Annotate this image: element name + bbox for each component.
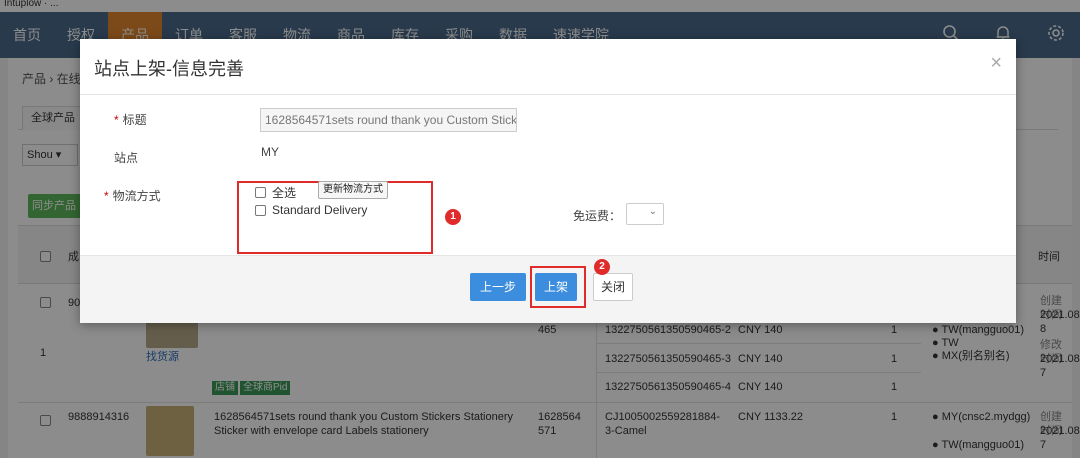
select-all-label: 全选 xyxy=(272,186,297,200)
dialog-header: 站点上架-信息完善 × xyxy=(80,39,1016,95)
publish-button[interactable]: 上架 xyxy=(535,273,577,301)
select-all-option[interactable]: 全选 xyxy=(255,184,296,201)
free-shipping-select[interactable]: ⌄ xyxy=(626,203,664,225)
title-label-text: 标题 xyxy=(122,113,147,127)
annotation-badge-2: 2 xyxy=(594,259,610,275)
shipping-label: * 物流方式 xyxy=(104,187,161,204)
close-button[interactable]: 关闭 xyxy=(593,273,633,301)
chevron-down-icon: ⌄ xyxy=(648,206,657,217)
free-shipping-label: 免运费： xyxy=(573,209,622,223)
annotation-badge-1: 1 xyxy=(445,209,461,225)
shipping-label-text: 物流方式 xyxy=(112,189,161,203)
required-marker: * xyxy=(114,113,119,127)
select-all-checkbox[interactable] xyxy=(255,187,266,198)
site-label: 站点 xyxy=(114,151,139,165)
standard-delivery-option[interactable]: Standard Delivery xyxy=(255,203,367,217)
previous-step-button[interactable]: 上一步 xyxy=(470,273,526,301)
close-icon[interactable]: × xyxy=(990,53,1002,73)
dialog-footer: 上一步 上架 关闭 2 xyxy=(80,255,1016,323)
site-value: MY xyxy=(261,145,279,159)
title-label: * 标题 xyxy=(114,111,147,128)
standard-delivery-checkbox[interactable] xyxy=(255,204,266,216)
dialog-title: 站点上架-信息完善 xyxy=(94,59,244,79)
standard-delivery-label: Standard Delivery xyxy=(272,203,368,217)
title-field[interactable]: 1628564571sets round thank you Custom St… xyxy=(260,108,517,132)
required-marker: * xyxy=(104,189,109,203)
update-shipping-button[interactable]: 更新物流方式 xyxy=(318,181,388,199)
publish-site-dialog: 站点上架-信息完善 × * 标题 1628564571sets round tha… xyxy=(80,39,1016,323)
